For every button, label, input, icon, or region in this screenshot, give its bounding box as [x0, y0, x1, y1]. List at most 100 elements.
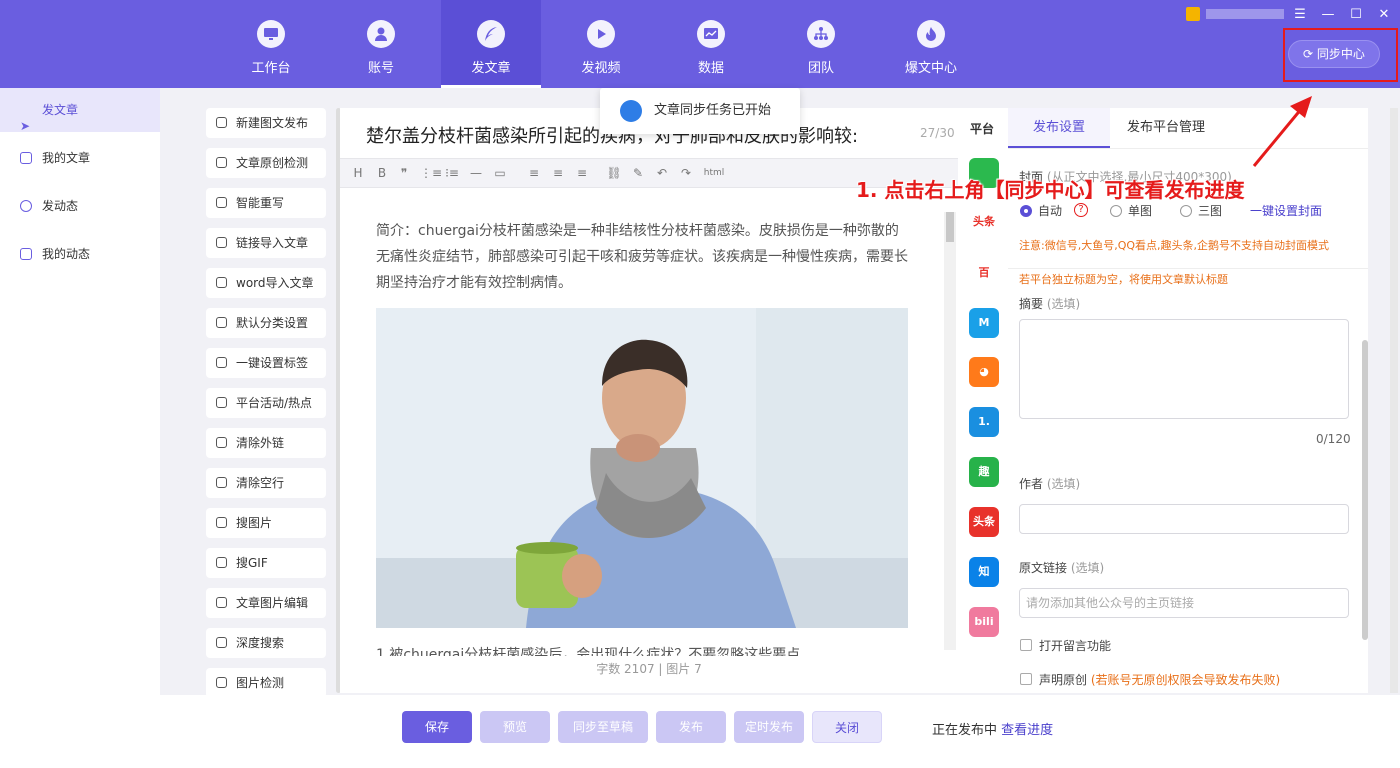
editor-scrollbar[interactable] [944, 212, 956, 650]
qu-icon[interactable]: 趣 [969, 457, 999, 487]
comment-checkbox[interactable] [1020, 639, 1032, 651]
tool-item[interactable]: 平台活动/热点 [206, 388, 326, 418]
format-tool-button[interactable]: html [700, 165, 728, 181]
format-tool-button[interactable]: ≡ [574, 165, 590, 181]
cover-single-radio[interactable] [1110, 205, 1122, 217]
format-tool-button[interactable]: B [374, 165, 390, 181]
original-label: 声明原创 [1039, 673, 1088, 687]
word-count: 字数 2107 [596, 662, 655, 676]
publish-button[interactable]: 发布 [656, 711, 726, 743]
bilibili-icon[interactable]: bili [969, 607, 999, 637]
tool-label: 默认分类设置 [236, 316, 309, 330]
sidebar-item-publish-article[interactable]: ➤ 发文章 [0, 88, 160, 133]
page-scrollbar[interactable] [1390, 108, 1398, 693]
original-label-row: 声明原创 (若账号无原创权限会导致发布失败) [1039, 671, 1280, 688]
menu-icon[interactable]: ☰ [1290, 6, 1310, 24]
annotation-highlight-box [1283, 28, 1398, 82]
summary-textarea[interactable] [1019, 319, 1349, 419]
nav-publish-video[interactable]: 发视频 [551, 0, 651, 88]
tool-item[interactable]: 搜图片 [206, 508, 326, 538]
help-icon[interactable]: ? [1074, 203, 1088, 217]
nav-team[interactable]: 团队 [771, 0, 871, 88]
tool-item[interactable]: 清除空行 [206, 468, 326, 498]
schedule-publish-button[interactable]: 定时发布 [734, 711, 804, 743]
tool-item[interactable]: 智能重写 [206, 188, 326, 218]
cover-single-label: 单图 [1128, 204, 1153, 218]
baijia-icon[interactable]: 百 [969, 258, 999, 288]
format-tool-button[interactable]: ✎ [630, 165, 646, 181]
nav-workbench[interactable]: 工作台 [221, 0, 321, 88]
tool-item[interactable]: 新建图文发布 [206, 108, 326, 138]
tool-item[interactable]: 链接导入文章 [206, 228, 326, 258]
format-tool-button[interactable]: — [468, 165, 484, 181]
sidebar-item-my-moments[interactable]: 我的动态 [0, 232, 160, 276]
tab-publish-settings[interactable]: 发布设置 [1008, 108, 1110, 148]
tool-item[interactable]: 深度搜索 [206, 628, 326, 658]
format-tool-button[interactable]: ⛓ [606, 165, 622, 181]
tool-label: 一键设置标签 [236, 356, 309, 370]
article-image[interactable] [376, 308, 908, 628]
minimize-icon[interactable]: — [1318, 6, 1338, 24]
original-checkbox[interactable] [1020, 673, 1032, 685]
format-tool-button[interactable]: ⁝≡ [444, 165, 460, 181]
original-note: (若账号无原创权限会导致发布失败) [1090, 673, 1281, 687]
nav-label: 数据 [697, 61, 724, 76]
author-input[interactable] [1019, 504, 1349, 534]
format-tool-button[interactable]: ↶ [654, 165, 670, 181]
zhihu-icon[interactable]: 知 [969, 557, 999, 587]
active-indicator [441, 85, 541, 88]
view-progress-link[interactable]: 查看进度 [1001, 723, 1053, 738]
format-tool-button[interactable]: ▭ [492, 165, 508, 181]
close-button[interactable]: 关闭 [812, 711, 882, 743]
fire-icon [917, 20, 945, 48]
article-intro-text[interactable]: 简介：chuergai分枝杆菌感染是一种非结核性分枝杆菌感染。皮肤损伤是一种弥散… [376, 218, 908, 296]
toutiao-icon[interactable]: 头条 [969, 207, 999, 237]
m-platform-icon[interactable]: M [969, 308, 999, 338]
yidian-icon[interactable]: 1. [969, 407, 999, 437]
nav-viral-center[interactable]: 爆文中心 [881, 0, 981, 88]
tool-label: 智能重写 [236, 196, 285, 210]
toutiao-red-icon[interactable]: 头条 [969, 507, 999, 537]
tool-item[interactable]: 默认分类设置 [206, 308, 326, 338]
settings-scrollbar[interactable] [1362, 340, 1368, 640]
stats-separator: | [658, 662, 663, 676]
scrollbar-thumb[interactable] [946, 212, 954, 242]
source-link-input[interactable]: 请勿添加其他公众号的主页链接 [1019, 588, 1349, 618]
maximize-icon[interactable]: ☐ [1346, 6, 1366, 24]
format-tool-button[interactable]: H [350, 165, 366, 181]
username-blurred [1206, 9, 1284, 19]
format-tool-button[interactable]: ≡ [550, 165, 566, 181]
cover-three-radio[interactable] [1180, 205, 1192, 217]
sync-to-draft-button[interactable]: 同步至草稿 [558, 711, 648, 743]
source-link-label-row: 原文链接 (选填) [1019, 559, 1104, 576]
editor-stats: 字数 2107 | 图片 7 [340, 656, 958, 693]
sidebar-item-post-moment[interactable]: 发动态 [0, 184, 160, 228]
tool-item[interactable]: 搜GIF [206, 548, 326, 578]
clock-icon [620, 100, 642, 122]
tool-item[interactable]: 一键设置标签 [206, 348, 326, 378]
nav-data[interactable]: 数据 [661, 0, 761, 88]
close-icon[interactable]: ✕ [1374, 6, 1394, 24]
format-tool-button[interactable]: ↷ [678, 165, 694, 181]
tool-label: 新建图文发布 [236, 116, 309, 130]
tool-item[interactable]: word导入文章 [206, 268, 326, 298]
format-tool-button[interactable]: ❞ [396, 165, 412, 181]
tool-label: 图片检测 [236, 676, 285, 690]
format-tool-button[interactable]: ⋮≡ [420, 165, 442, 181]
tab-platform-management[interactable]: 发布平台管理 [1116, 108, 1216, 148]
tool-icon [216, 597, 227, 608]
sidebar-item-my-articles[interactable]: 我的文章 [0, 136, 160, 180]
save-button[interactable]: 保存 [402, 711, 472, 743]
cover-auto-radio[interactable] [1020, 205, 1032, 217]
tool-item[interactable]: 清除外链 [206, 428, 326, 458]
nav-label: 账号 [367, 61, 394, 76]
nav-publish-article[interactable]: 发文章 [441, 0, 541, 88]
fish-icon[interactable]: ◕ [969, 357, 999, 387]
one-click-cover-link[interactable]: 一键设置封面 [1250, 202, 1322, 219]
tool-item[interactable]: 文章原创检测 [206, 148, 326, 178]
nav-account[interactable]: 账号 [331, 0, 431, 88]
preview-button[interactable]: 预览 [480, 711, 550, 743]
tool-item[interactable]: 图片检测 [206, 668, 326, 698]
format-tool-button[interactable]: ≡ [526, 165, 542, 181]
tool-item[interactable]: 文章图片编辑 [206, 588, 326, 618]
